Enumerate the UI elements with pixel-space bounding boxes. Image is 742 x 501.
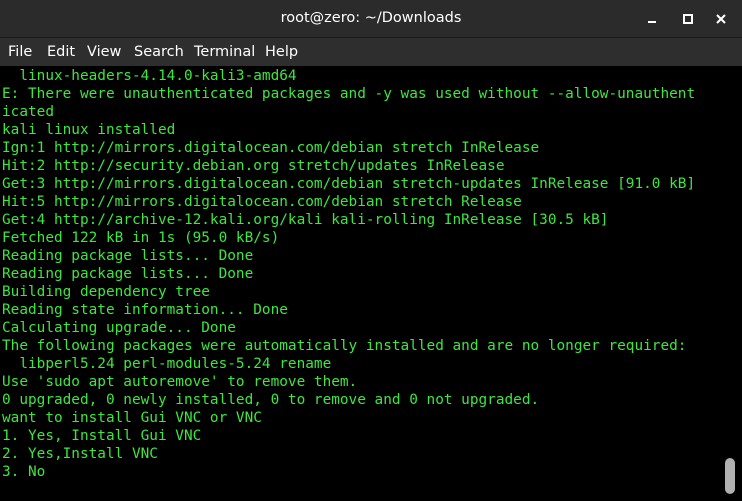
terminal-line: Reading state information... Done <box>2 302 288 318</box>
close-icon <box>716 14 726 24</box>
menu-bar: File Edit View Search Terminal Help <box>0 38 742 66</box>
maximize-icon <box>683 14 693 24</box>
close-button[interactable] <box>711 9 731 29</box>
terminal-line: Hit:5 http://mirrors.digitalocean.com/de… <box>2 194 522 210</box>
terminal-line: 3. No <box>2 464 46 480</box>
terminal-line: Reading package lists... Done <box>2 248 254 264</box>
minimize-button[interactable] <box>642 9 662 29</box>
terminal-line: Building dependency tree <box>2 284 210 300</box>
terminal-line: want to install Gui VNC or VNC <box>2 410 262 426</box>
terminal-line: Get:3 http://mirrors.digitalocean.com/de… <box>2 176 696 192</box>
scrollbar-track[interactable] <box>722 66 742 501</box>
terminal-line: 1. Yes, Install Gui VNC <box>2 428 202 444</box>
menu-edit[interactable]: Edit <box>47 44 75 60</box>
menu-file[interactable]: File <box>8 44 32 60</box>
maximize-button[interactable] <box>678 9 698 29</box>
title-bar[interactable]: root@zero: ~/Downloads <box>0 0 742 38</box>
terminal-window: root@zero: ~/Downloads File Edit View Se… <box>0 0 742 501</box>
terminal-line: 2. Yes,Install VNC <box>2 446 158 462</box>
terminal-line: Hit:2 http://security.debian.org stretch… <box>2 158 505 174</box>
terminal-line: Fetched 122 kB in 1s (95.0 kB/s) <box>2 230 280 246</box>
minimize-icon <box>648 21 656 23</box>
terminal-line: linux-headers-4.14.0-kali3-amd64 <box>2 68 297 84</box>
terminal-line: Reading package lists... Done <box>2 266 254 282</box>
terminal-output[interactable]: linux-headers-4.14.0-kali3-amd64 E: Ther… <box>0 66 722 501</box>
terminal-line: Ign:1 http://mirrors.digitalocean.com/de… <box>2 140 540 156</box>
terminal-line: Calculating upgrade... Done <box>2 320 236 336</box>
menu-help[interactable]: Help <box>265 44 298 60</box>
terminal-line: 0 upgraded, 0 newly installed, 0 to remo… <box>2 392 540 408</box>
terminal-line: kali linux installed <box>2 122 176 138</box>
terminal-line: Get:4 http://archive-12.kali.org/kali ka… <box>2 212 609 228</box>
window-title: root@zero: ~/Downloads <box>280 10 462 26</box>
terminal-line: The following packages were automaticall… <box>2 338 687 354</box>
terminal-line: libperl5.24 perl-modules-5.24 rename <box>2 356 332 372</box>
menu-search[interactable]: Search <box>134 44 184 60</box>
terminal-line: E: There were unauthenticated packages a… <box>2 86 696 102</box>
menu-view[interactable]: View <box>87 44 121 60</box>
scrollbar-thumb[interactable] <box>725 458 735 494</box>
terminal-line: icated <box>2 104 54 120</box>
menu-terminal[interactable]: Terminal <box>194 44 255 60</box>
terminal-line: Use 'sudo apt autoremove' to remove them… <box>2 374 358 390</box>
